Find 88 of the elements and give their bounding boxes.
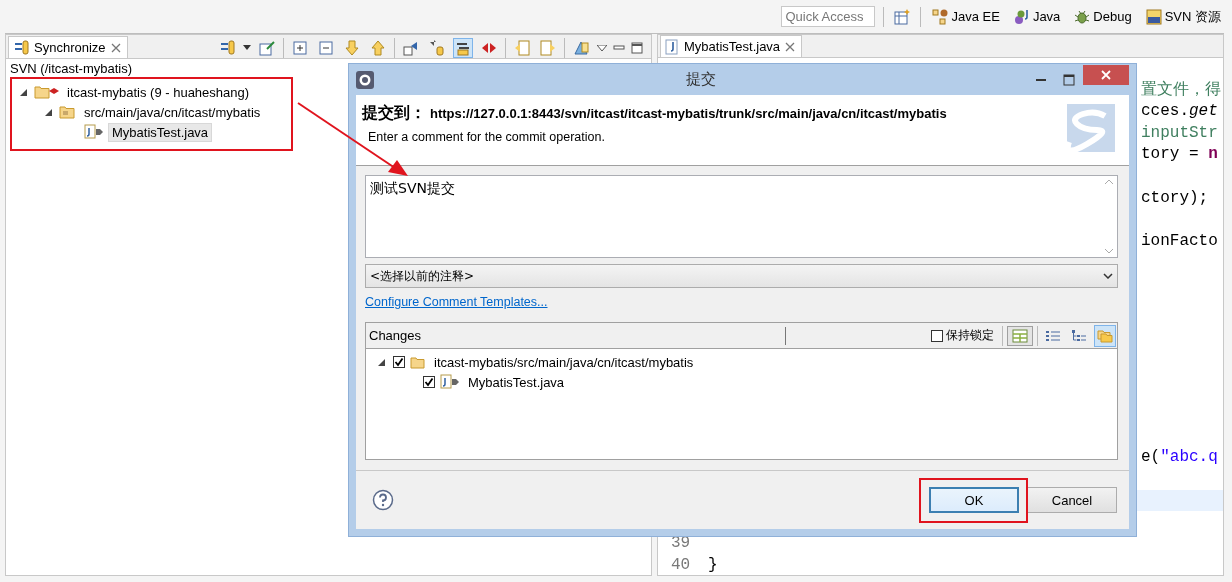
maximize-icon xyxy=(1063,73,1075,86)
perspective-button[interactable]: Debug xyxy=(1071,6,1135,27)
code-text: ionFacto xyxy=(1141,230,1218,252)
perspective-button[interactable]: SVN 资源 xyxy=(1142,5,1224,28)
code-text: 置文件，得 xyxy=(1141,79,1221,101)
help-button[interactable] xyxy=(371,488,395,512)
check-icon xyxy=(424,377,434,387)
dialog-description: Enter a comment for the commit operation. xyxy=(368,130,606,144)
checkbox[interactable] xyxy=(931,329,943,342)
right-page-icon xyxy=(540,39,556,56)
list-icon xyxy=(1046,329,1060,342)
checkbox[interactable] xyxy=(423,376,435,388)
java-file-icon xyxy=(665,38,679,55)
model-icon xyxy=(573,39,589,56)
dropdown-caret-icon[interactable] xyxy=(243,45,251,50)
comment-field[interactable]: 测试SVN提交 xyxy=(365,175,1118,258)
tab-label: MybatisTest.java xyxy=(684,39,781,54)
java-file-icon xyxy=(84,124,104,140)
conflicts-icon xyxy=(481,41,497,54)
code-text: ctory); xyxy=(1141,187,1209,209)
left-page-icon xyxy=(514,39,530,56)
incoming-mode-icon xyxy=(403,39,419,56)
svn-icon xyxy=(1145,8,1162,25)
dialog-title: 提交 xyxy=(684,70,717,89)
repository-url: https://127.0.0.1:8443/svn/itcast/itcast-mybatis/trunk/src/main/java/cn/itcast/mybatis xyxy=(430,106,947,121)
up-arrow-icon xyxy=(371,39,385,56)
editor-tab[interactable]: MybatisTest.java xyxy=(660,35,803,57)
close-icon xyxy=(1101,69,1111,80)
svn-logo-icon xyxy=(1065,102,1117,154)
outgoing-mode-icon xyxy=(429,39,445,56)
gear-icon xyxy=(356,70,374,89)
tab-label: Synchronize xyxy=(34,40,106,55)
scroll-down-icon xyxy=(1104,248,1114,254)
view-menu-icon[interactable] xyxy=(597,44,607,51)
change-item[interactable]: MybatisTest.java xyxy=(465,373,568,391)
expand-toggle-icon[interactable] xyxy=(378,358,385,366)
perspective-button[interactable]: Java EE xyxy=(929,6,1003,27)
code-text: } xyxy=(707,554,718,575)
close-icon[interactable] xyxy=(785,41,796,52)
code-text: cces.get xyxy=(1141,101,1218,123)
grid-icon xyxy=(1012,328,1028,343)
help-icon xyxy=(372,489,394,511)
perspective-button[interactable]: Java xyxy=(1010,6,1064,27)
minimize-icon xyxy=(1036,78,1046,81)
code-text: tory = n xyxy=(1141,144,1218,166)
maximize-icon[interactable] xyxy=(631,41,643,54)
layout-toggle-button[interactable] xyxy=(1007,325,1033,346)
checkbox[interactable] xyxy=(393,356,405,368)
code-text: inputStr xyxy=(1141,122,1218,144)
plus-square-icon xyxy=(293,40,307,55)
close-button[interactable] xyxy=(1083,64,1129,85)
chevron-down-icon xyxy=(1103,273,1113,279)
sync-icon xyxy=(13,39,29,56)
project-folder-icon xyxy=(34,83,60,101)
tree-item[interactable]: itcast-mybatis (9 - huaheshang) xyxy=(64,83,253,101)
check-icon xyxy=(394,357,404,367)
expand-toggle-icon[interactable] xyxy=(20,88,27,96)
minus-square-icon xyxy=(319,40,333,55)
mode-button[interactable] xyxy=(453,37,473,58)
folders-icon xyxy=(1097,328,1113,343)
tree-item[interactable]: MybatisTest.java xyxy=(108,122,213,142)
target-label: 提交到： xyxy=(362,103,426,124)
bug-icon xyxy=(1074,8,1091,25)
folder-icon xyxy=(410,355,426,369)
expand-toggle-icon[interactable] xyxy=(45,108,52,116)
line-number: 40 xyxy=(671,555,691,574)
view-tab[interactable]: Synchronize xyxy=(8,36,128,58)
sync-icon xyxy=(219,39,235,56)
configure-templates-link[interactable]: Configure Comment Templates... xyxy=(365,295,548,309)
perspective-icon xyxy=(1013,8,1030,25)
down-arrow-icon xyxy=(345,39,359,56)
tree-icon xyxy=(1072,329,1086,342)
perspective-icon xyxy=(932,8,949,25)
quick-access-field[interactable]: Quick Access xyxy=(781,6,876,27)
change-item[interactable]: itcast-mybatis/src/main/java/cn/itcast/mybatis xyxy=(431,353,697,371)
pin-icon xyxy=(259,39,275,56)
tree-item[interactable]: src/main/java/cn/itcast/mybatis xyxy=(81,103,264,121)
table-icon xyxy=(894,8,911,25)
close-icon[interactable] xyxy=(110,42,121,53)
dialog-button[interactable]: OK xyxy=(929,487,1019,513)
keep-locks-label: 保持锁定 xyxy=(946,327,994,344)
java-file-icon xyxy=(440,374,460,390)
scroll-up-icon xyxy=(1104,179,1114,185)
package-folder-icon xyxy=(59,104,77,120)
changes-title: Changes xyxy=(369,326,786,345)
dialog-button[interactable]: Cancel xyxy=(1027,487,1117,513)
previous-comments-dropdown[interactable]: <选择以前的注释> xyxy=(365,264,1118,288)
code-text: e("abc.q xyxy=(1141,446,1218,468)
